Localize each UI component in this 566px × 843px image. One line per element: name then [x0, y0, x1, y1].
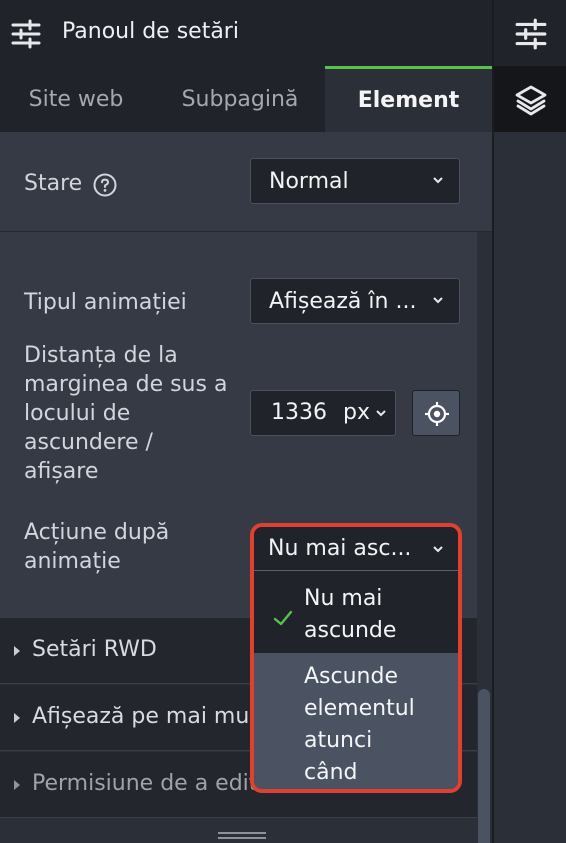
caret-right-icon	[14, 780, 20, 790]
dropdown-option-hide-when[interactable]: Ascunde elementul atunci când	[254, 653, 458, 789]
animation-type-value: Afișează în ...	[269, 288, 417, 314]
after-animation-select[interactable]: Nu mai asc...	[254, 527, 458, 571]
right-rail	[492, 0, 566, 843]
distance-label: Distanța de la marginea de sus a locului…	[24, 343, 228, 484]
panel-title: Panoul de setări	[62, 19, 239, 44]
after-animation-dropdown: Nu mai asc... Nu mai ascunde Ascunde ele…	[250, 523, 462, 793]
help-circle-icon[interactable]	[93, 173, 117, 197]
distance-value: 1336	[271, 400, 327, 425]
state-label: Stare	[24, 171, 83, 196]
tab-subpage[interactable]: Subpagină	[156, 66, 324, 132]
tab-element[interactable]: Element	[325, 66, 492, 132]
state-section: Stare Normal	[0, 132, 492, 232]
resize-grip[interactable]	[218, 832, 266, 842]
rail-settings-button[interactable]	[494, 0, 566, 66]
tab-bar: Site web Subpagină Element	[0, 66, 492, 132]
animation-type-label: Tipul animației	[24, 290, 187, 315]
after-animation-value: Nu mai asc...	[268, 536, 412, 561]
chevron-down-icon	[433, 297, 443, 304]
distance-unit-select[interactable]: px	[343, 400, 370, 425]
layers-icon	[515, 85, 547, 116]
settings-header: Panoul de setări	[0, 0, 492, 66]
sliders-icon	[515, 18, 547, 50]
after-animation-label: Acțiune după animație	[24, 520, 170, 574]
chevron-down-icon	[433, 177, 443, 184]
distance-input[interactable]: 1336 px	[250, 390, 396, 436]
dropdown-option-no-hide[interactable]: Nu mai ascunde	[254, 573, 458, 653]
state-value: Normal	[269, 168, 349, 194]
pick-position-button[interactable]	[412, 390, 460, 436]
chevron-down-icon	[376, 410, 386, 417]
scrollbar-thumb[interactable]	[478, 689, 490, 843]
caret-right-icon	[14, 646, 20, 656]
caret-right-icon	[14, 713, 20, 723]
chevron-down-icon	[433, 546, 443, 553]
sliders-icon[interactable]	[10, 18, 42, 50]
crosshair-icon	[425, 402, 449, 426]
state-select[interactable]: Normal	[250, 158, 460, 204]
rail-layers-button[interactable]	[494, 66, 566, 132]
panel-scrollbar[interactable]	[477, 232, 492, 843]
tab-site-web[interactable]: Site web	[0, 66, 152, 132]
animation-type-select[interactable]: Afișează în ...	[250, 278, 460, 324]
check-icon	[273, 610, 293, 626]
